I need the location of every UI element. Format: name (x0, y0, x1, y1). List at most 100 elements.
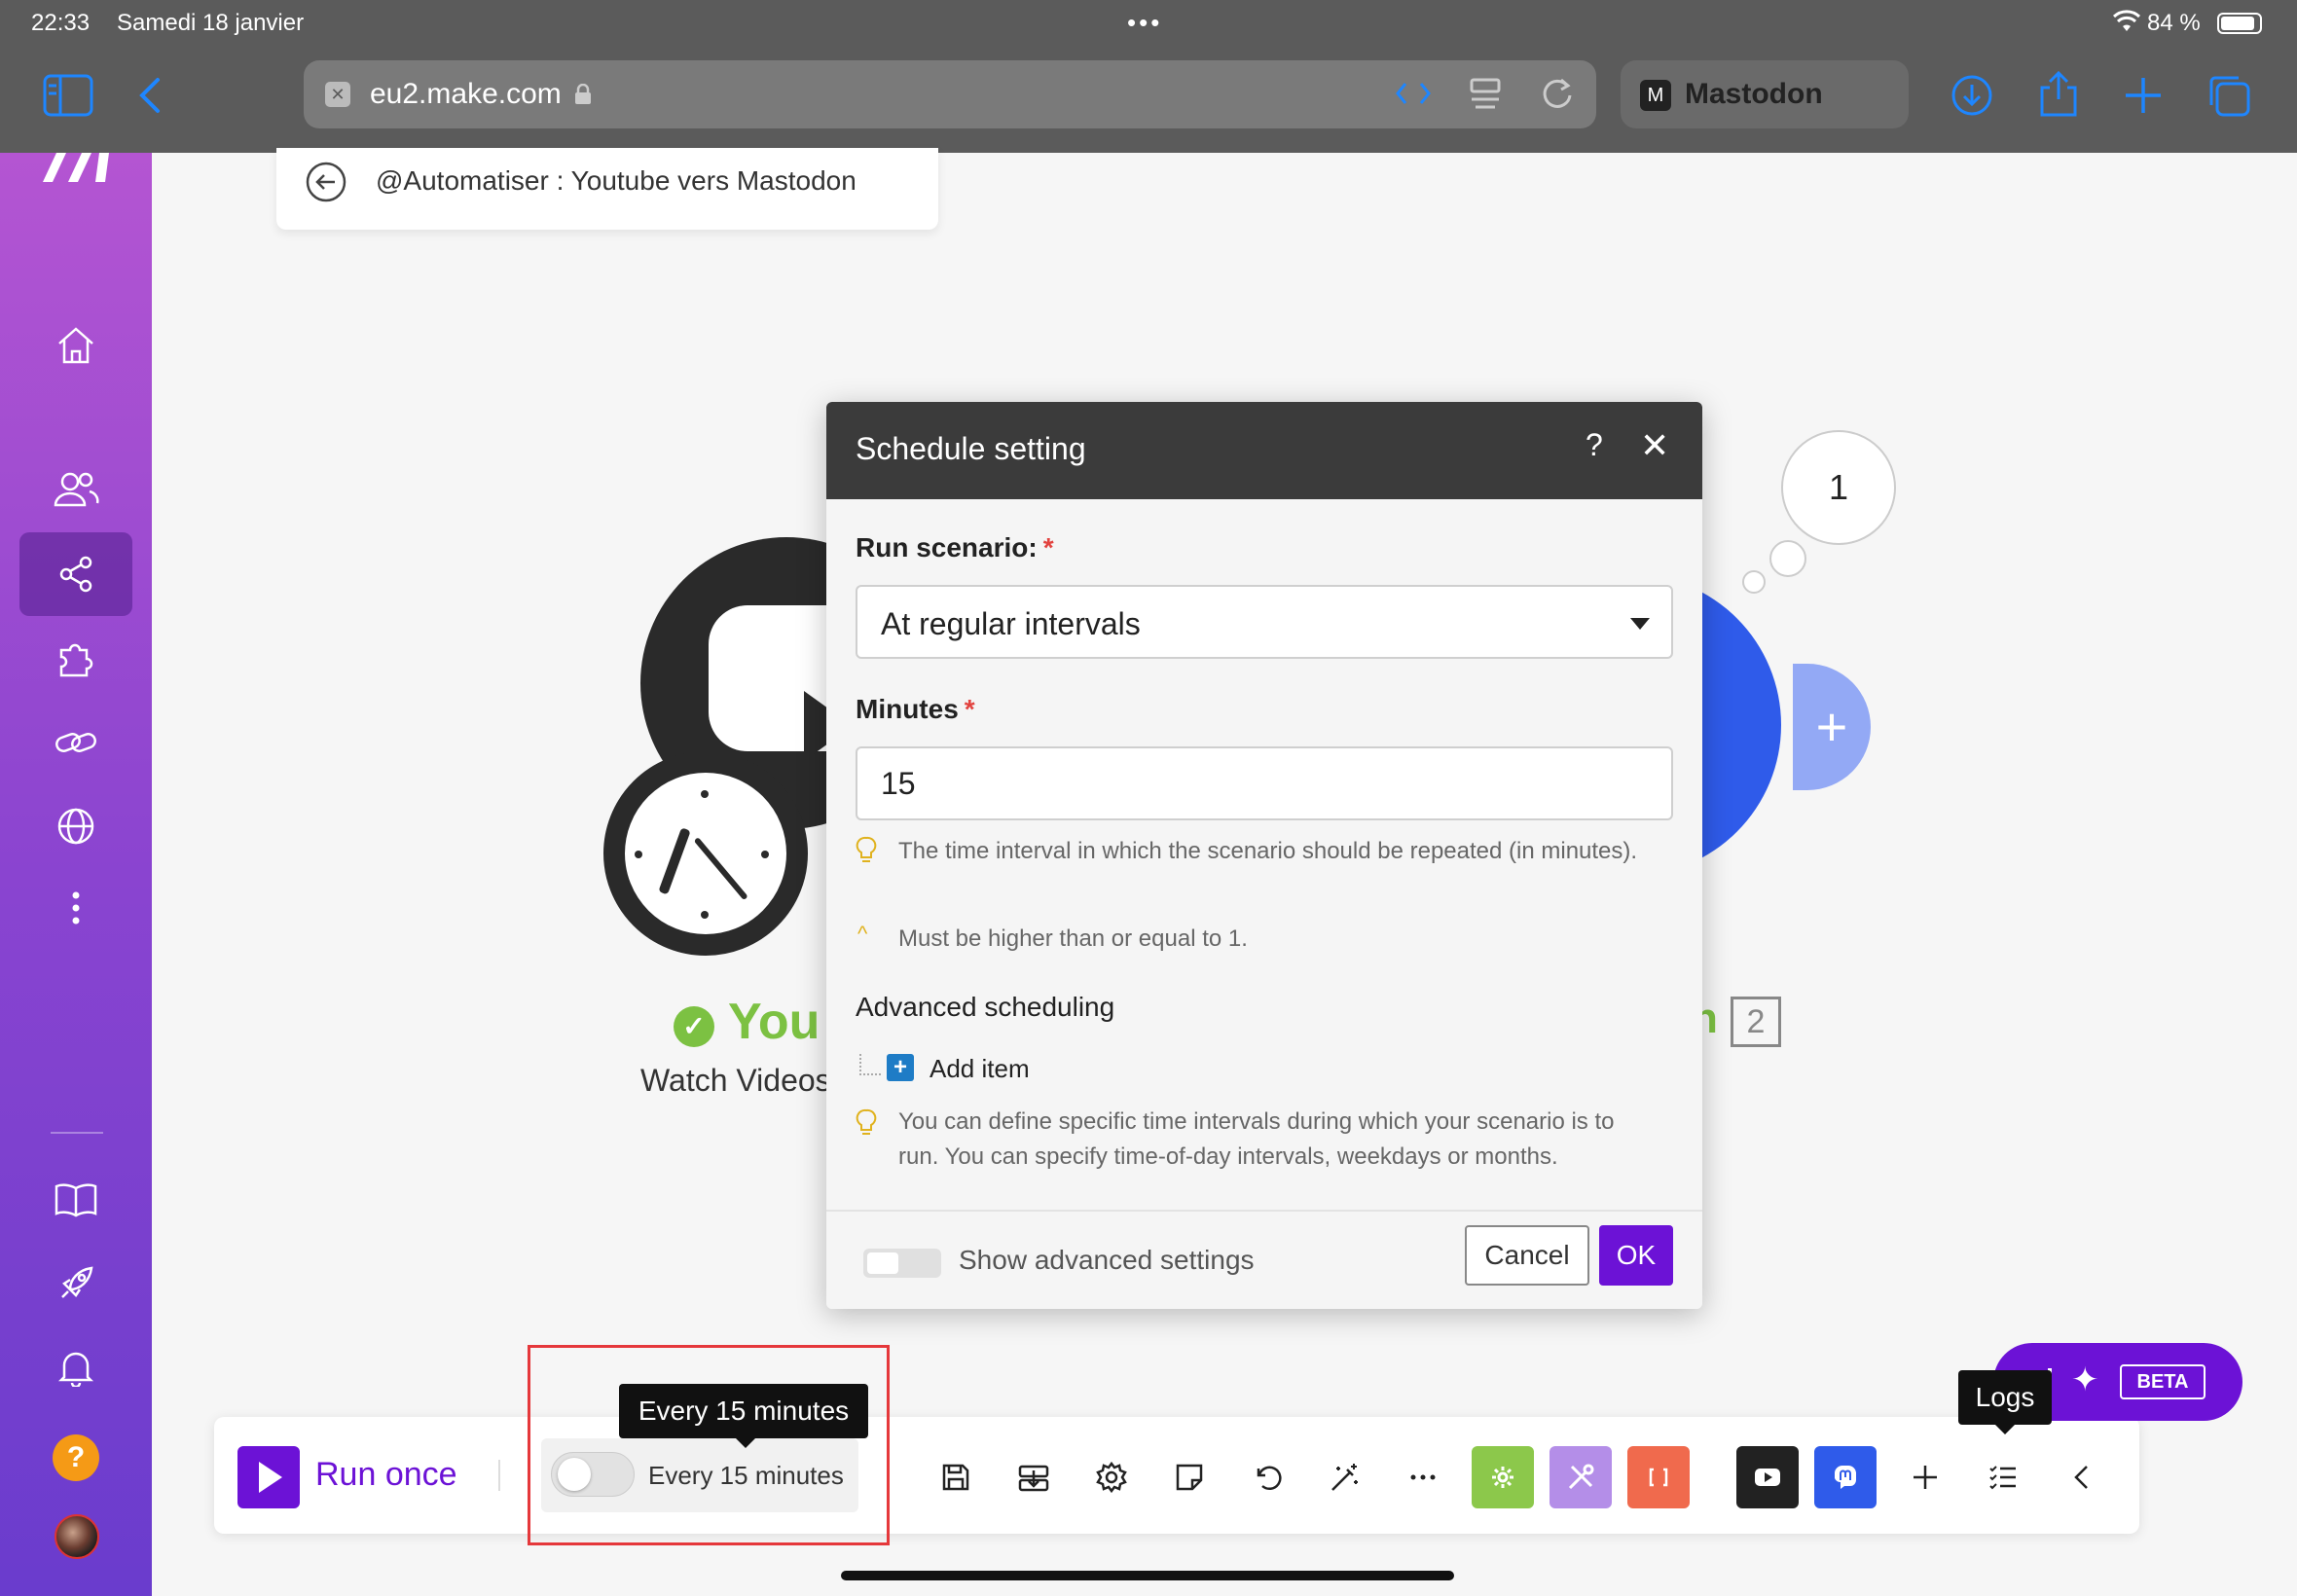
save-button[interactable] (925, 1446, 987, 1508)
dialog-footer: Show advanced settings Cancel OK (826, 1210, 1702, 1309)
globe-icon (57, 808, 94, 845)
new-tab-icon[interactable] (2124, 76, 2163, 115)
magic-wand-button[interactable] (1314, 1446, 1376, 1508)
check-icon: ✓ (674, 1006, 714, 1047)
code-icon[interactable] (1394, 74, 1433, 113)
close-icon[interactable]: ✕ (1640, 425, 1669, 466)
add-item-icon[interactable]: + (887, 1054, 914, 1081)
add-item-button[interactable]: Add item (930, 1054, 1030, 1084)
save-icon (942, 1464, 969, 1491)
chevron-left-icon (2074, 1466, 2088, 1489)
site-close-icon[interactable]: ✕ (325, 82, 350, 107)
rocket-icon (61, 1266, 93, 1298)
battery-percent: 84 % (2147, 10, 2201, 36)
run-scenario-value: At regular intervals (881, 606, 1141, 641)
avatar[interactable] (55, 1514, 99, 1559)
download-icon[interactable] (1951, 74, 1993, 117)
sidebar-item-home[interactable] (19, 304, 132, 387)
minutes-label-text: Minutes (856, 694, 959, 724)
sidebar-item-more[interactable] (19, 866, 132, 950)
logs-button[interactable] (1972, 1446, 2034, 1508)
lightbulb-icon (856, 836, 877, 862)
dialog-title: Schedule setting (856, 431, 1086, 466)
collapse-toolbar-button[interactable] (2052, 1446, 2114, 1508)
cancel-button[interactable]: Cancel (1465, 1225, 1589, 1286)
multitask-dots-icon[interactable]: ••• (1127, 8, 1162, 38)
link-icon (55, 733, 96, 752)
help-icon[interactable]: ? (53, 1434, 99, 1481)
tools-purple-button[interactable] (1550, 1446, 1612, 1508)
bundle-count-bubble[interactable]: 1 (1781, 430, 1896, 545)
sidebar-item-webhooks[interactable] (19, 784, 132, 868)
minutes-input[interactable] (856, 746, 1673, 820)
module-subtitle-youtube: Watch Videos (640, 1063, 831, 1098)
show-advanced-label[interactable]: Show advanced settings (959, 1245, 1255, 1276)
tab-title: Mastodon (1685, 78, 1823, 110)
url-text: eu2.make.com (370, 78, 562, 110)
logs-tooltip: Logs (1958, 1370, 2052, 1434)
note-icon (1176, 1464, 1203, 1491)
home-indicator[interactable] (841, 1571, 1454, 1580)
sidebar-item-docs[interactable] (19, 1158, 132, 1242)
add-app-button[interactable] (1894, 1446, 1956, 1508)
run-once-play-icon[interactable] (237, 1446, 300, 1508)
plus-icon (1914, 1466, 1937, 1489)
show-advanced-toggle[interactable] (863, 1249, 941, 1278)
run-once-button[interactable]: Run once (315, 1456, 457, 1494)
home-icon (58, 327, 93, 364)
back-icon[interactable] (138, 76, 162, 115)
scenario-toolbar: Run once Every 15 minutes (214, 1417, 2139, 1534)
sidebar-item-launch[interactable] (19, 1242, 132, 1325)
sidebar-item-team[interactable] (19, 448, 132, 531)
more-button[interactable] (1392, 1446, 1454, 1508)
youtube-icon (1755, 1469, 1780, 1486)
sparkles-icon: ✦ (2071, 1361, 2099, 1398)
mastodon-icon (1835, 1465, 1856, 1489)
autoalign-button[interactable] (1003, 1446, 1065, 1508)
brackets-icon (1649, 1468, 1668, 1487)
sidebar-item-notifications[interactable] (19, 1325, 132, 1409)
sidebar-item-apps[interactable] (19, 617, 132, 701)
ok-button[interactable]: OK (1599, 1225, 1673, 1286)
lock-icon (575, 84, 591, 104)
bell-icon (58, 1352, 93, 1387)
run-scenario-label: Run scenario: * (856, 532, 1054, 563)
tools-json-button[interactable] (1627, 1446, 1690, 1508)
share-nodes-icon (59, 556, 92, 593)
minutes-validation: Must be higher than or equal to 1. (898, 925, 1248, 952)
youtube-app-button[interactable] (1736, 1446, 1799, 1508)
schedule-tooltip: Every 15 minutes (619, 1384, 868, 1448)
highlight-annotation (528, 1345, 890, 1545)
reload-icon[interactable] (1538, 74, 1577, 113)
lightbulb-icon (856, 1108, 877, 1135)
mastodon-app-button[interactable] (1814, 1446, 1877, 1508)
schedule-setting-dialog: Schedule setting ? ✕ Run scenario: * At r… (826, 402, 1702, 1309)
tabs-overview-icon[interactable] (2206, 72, 2252, 119)
toolbar-divider (498, 1460, 500, 1491)
question-icon[interactable]: ? (1586, 427, 1603, 463)
required-mark: * (964, 694, 975, 724)
reader-icon[interactable] (1466, 74, 1505, 113)
gear-icon (1096, 1461, 1127, 1494)
sidebar-item-scenarios[interactable] (19, 532, 132, 616)
arrow-left-circle-icon[interactable] (306, 162, 346, 202)
status-time: 22:33 (31, 10, 91, 36)
undo-button[interactable] (1236, 1446, 1298, 1508)
required-mark: * (1042, 532, 1054, 562)
add-module-icon[interactable]: + (1793, 664, 1871, 790)
address-bar[interactable]: ✕ eu2.make.com (304, 60, 1596, 128)
run-scenario-select[interactable]: At regular intervals (856, 585, 1673, 659)
make-logo-icon[interactable] (39, 153, 113, 182)
settings-button[interactable] (1080, 1446, 1143, 1508)
module-index-badge: 2 (1731, 997, 1781, 1047)
puzzle-icon (59, 643, 93, 677)
sidebar-toggle-icon[interactable] (43, 74, 93, 117)
clock-tick (701, 790, 709, 798)
share-icon[interactable] (2038, 70, 2079, 119)
tab-mastodon[interactable]: M Mastodon (1621, 60, 1909, 128)
tab-favicon: M (1640, 80, 1671, 111)
tools-green-button[interactable] (1472, 1446, 1534, 1508)
sidebar-item-connections[interactable] (19, 701, 132, 784)
scenario-title[interactable]: @Automatiser : Youtube vers Mastodon (376, 165, 857, 197)
notes-button[interactable] (1158, 1446, 1221, 1508)
